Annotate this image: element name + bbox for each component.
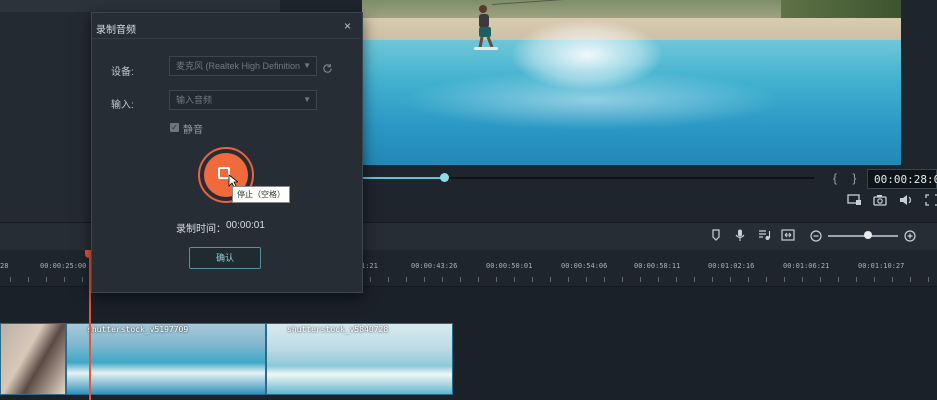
- ruler-tick: [370, 277, 371, 282]
- ruler-tick: [676, 277, 677, 282]
- ruler-tick: [568, 277, 569, 282]
- ruler-tick: [442, 277, 443, 282]
- ruler-tick: [784, 277, 785, 282]
- ruler-tick: [10, 277, 11, 282]
- camera-icon[interactable]: [872, 193, 888, 207]
- ruler-tick: [64, 277, 65, 282]
- ruler-tick-label: 00:00:54:06: [561, 262, 608, 270]
- ruler-tick: [388, 277, 389, 282]
- ruler-tick: [910, 277, 911, 282]
- clip-label: shutterstock_v5197709: [87, 325, 189, 334]
- input-label: 输入:: [111, 100, 134, 111]
- video-preview: [362, 0, 901, 165]
- kitesurfer-figure: [474, 5, 498, 50]
- chevron-down-icon: ▼: [303, 61, 311, 70]
- ruler-tick: [658, 277, 659, 282]
- ruler-tick-label: 1:21: [361, 262, 378, 270]
- ruler-tick: [586, 277, 587, 282]
- ruler-tick: [46, 277, 47, 282]
- ruler-tick-label: 00:00:43:26: [411, 262, 458, 270]
- ruler-tick: [460, 277, 461, 282]
- preview-toolbar: [846, 193, 937, 207]
- clip-label: shutterstock_v5840728: [287, 325, 389, 334]
- ruler-tick-label: 00:01:10:27: [858, 262, 905, 270]
- ruler-tick-label: 00:00:50:01: [486, 262, 533, 270]
- timecode-display: 00:00:28:02: [867, 169, 937, 189]
- in-out-brackets[interactable]: { }: [833, 171, 862, 185]
- video-splash: [512, 20, 662, 90]
- ruler-tick: [550, 277, 551, 282]
- ruler-tick: [802, 277, 803, 282]
- ruler-tick: [838, 277, 839, 282]
- ruler-tick: [766, 277, 767, 282]
- media-panel-header: [0, 0, 280, 12]
- audio-track-icon[interactable]: [756, 228, 772, 242]
- confirm-button[interactable]: 确认: [189, 247, 261, 269]
- timeline-zoom-handle[interactable]: [864, 231, 872, 239]
- ruler-tick: [928, 277, 929, 282]
- ruler-tick: [82, 277, 83, 282]
- device-select-value: 麦克风 (Realtek High Definition: [176, 61, 301, 71]
- ruler-tick: [640, 277, 641, 282]
- record-time-label: 录制时间：: [176, 224, 226, 235]
- ruler-tick: [532, 277, 533, 282]
- ruler-tick: [748, 277, 749, 282]
- ruler-tick: [514, 277, 515, 282]
- ruler-tick: [820, 277, 821, 282]
- display-icon[interactable]: [846, 193, 862, 207]
- playback-progress-track[interactable]: [444, 177, 814, 179]
- device-label: 设备:: [111, 67, 134, 78]
- timeline-clip[interactable]: shutterstock_v5840728: [266, 323, 453, 395]
- input-select-placeholder: 输入音频: [176, 95, 213, 105]
- device-select[interactable]: 麦克风 (Realtek High Definition ▼: [169, 56, 317, 76]
- close-icon[interactable]: ×: [344, 19, 351, 33]
- ruler-tick: [496, 277, 497, 282]
- mute-label: 静音: [183, 125, 203, 136]
- volume-icon[interactable]: [898, 193, 914, 207]
- zoom-out-icon[interactable]: [808, 229, 824, 243]
- ruler-tick: [730, 277, 731, 282]
- ruler-tick: [892, 277, 893, 282]
- zoom-in-icon[interactable]: [902, 229, 918, 243]
- timeline-clip[interactable]: shutterstock_v5197709: [66, 323, 266, 395]
- dialog-divider: [92, 38, 360, 39]
- split-icon[interactable]: [780, 228, 796, 242]
- ruler-tick: [406, 277, 407, 282]
- timeline-zoom-slider[interactable]: [828, 235, 898, 237]
- fullscreen-icon[interactable]: [924, 193, 937, 207]
- ruler-tick: [604, 277, 605, 282]
- ruler-tick: [622, 277, 623, 282]
- ruler-tick: [424, 277, 425, 282]
- ruler-tick: [478, 277, 479, 282]
- ruler-tick-label: 00:01:02:16: [708, 262, 755, 270]
- ruler-tick-label: 00:00:25:00: [40, 262, 87, 270]
- ruler-tick-label: 00:01:06:21: [783, 262, 830, 270]
- dialog-title: 录制音频: [96, 25, 136, 36]
- marker-icon[interactable]: [708, 228, 724, 242]
- record-time-value: 00:00:01: [226, 220, 265, 231]
- playback-progress-fill: [362, 177, 444, 179]
- ruler-tick-label: 00:00:58:11: [634, 262, 681, 270]
- refresh-icon[interactable]: [322, 61, 333, 79]
- ruler-tick: [28, 277, 29, 282]
- timeline-clip[interactable]: [0, 323, 66, 395]
- ruler-tick: [874, 277, 875, 282]
- stop-tooltip: 停止（空格）: [232, 186, 290, 203]
- playback-scrubber-handle[interactable]: [440, 173, 449, 182]
- mute-checkbox[interactable]: ✓: [170, 123, 179, 132]
- input-select[interactable]: 输入音频 ▼: [169, 90, 317, 110]
- timeline-toolbar-icons: [708, 228, 796, 242]
- microphone-icon[interactable]: [732, 228, 748, 242]
- ruler-tick-label: 28: [0, 262, 9, 270]
- chevron-down-icon: ▼: [303, 95, 311, 104]
- ruler-tick: [856, 277, 857, 282]
- ruler-tick: [712, 277, 713, 282]
- ruler-tick: [694, 277, 695, 282]
